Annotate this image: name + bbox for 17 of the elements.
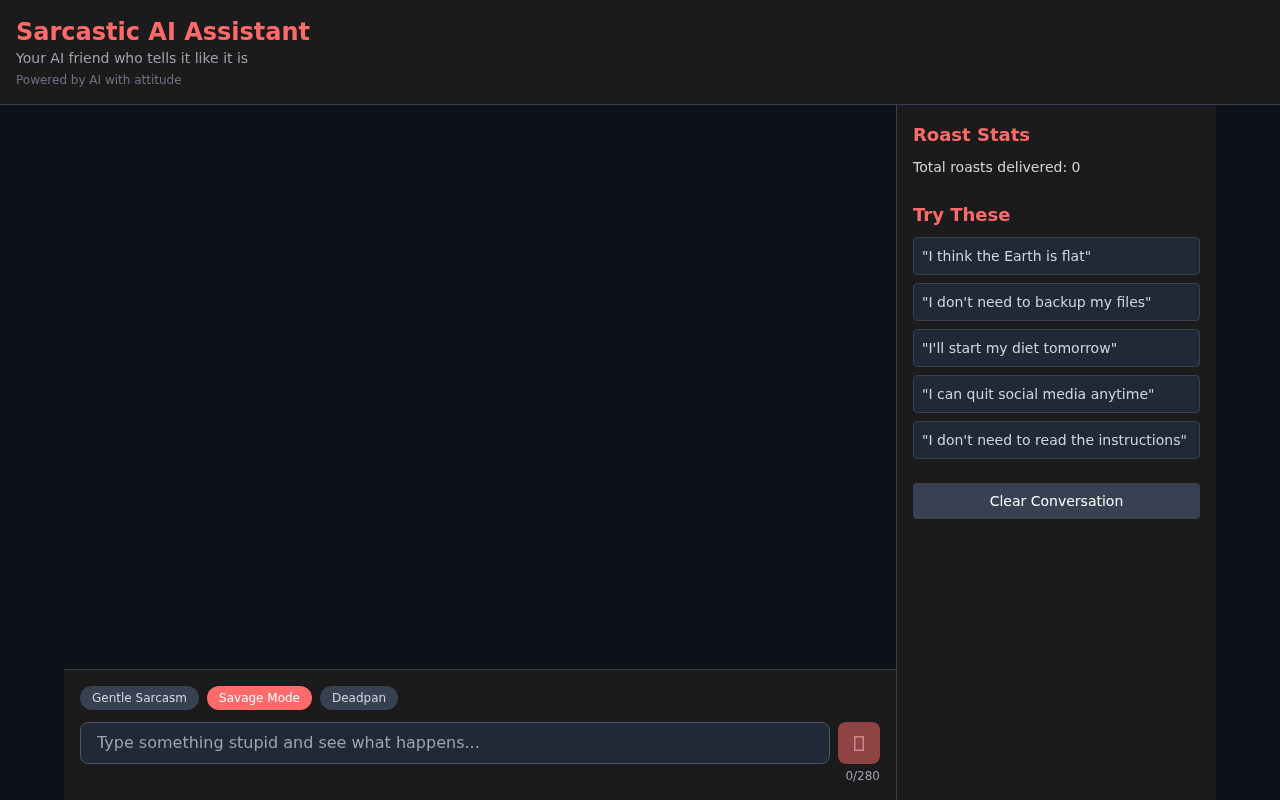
suggestion-button[interactable]: "I don't need to read the instructions" xyxy=(913,421,1200,459)
app-subtitle: Your AI friend who tells it like it is xyxy=(16,49,249,68)
suggestion-button[interactable]: "I'll start my diet tomorrow" xyxy=(913,329,1200,367)
suggestion-button[interactable]: "I can quit social media anytime" xyxy=(913,375,1200,413)
clear-conversation-button[interactable]: Clear Conversation xyxy=(913,483,1200,519)
suggestions-heading: Try These xyxy=(913,203,1011,227)
app-tagline: Powered by AI with attitude xyxy=(16,72,182,88)
roast-count-text: Total roasts delivered: 0 xyxy=(913,158,1081,177)
message-input[interactable]: Type something stupid and see what happens... xyxy=(80,722,830,764)
app-title: Sarcastic AI Assistant xyxy=(16,17,311,48)
mode-chip[interactable]: Gentle Sarcasm xyxy=(80,686,200,710)
missing-glyph-icon xyxy=(854,735,864,751)
suggestion-button[interactable]: "I think the Earth is flat" xyxy=(913,237,1200,275)
character-counter: 0/280 xyxy=(845,768,880,784)
stats-heading: Roast Stats xyxy=(913,123,1030,147)
suggestion-button[interactable]: "I don't need to backup my files" xyxy=(913,283,1200,321)
mode-chip[interactable]: Deadpan xyxy=(320,686,399,710)
